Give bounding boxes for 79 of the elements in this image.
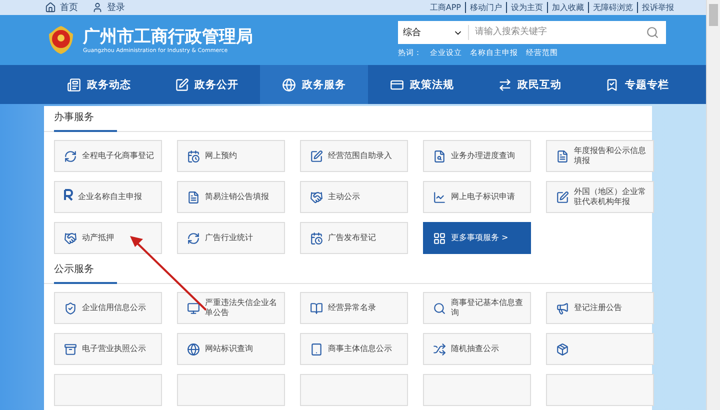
service-tile[interactable]: 商事登记基本信息查询 xyxy=(423,292,531,324)
service-tile[interactable]: 企业信用信息公示 xyxy=(54,292,162,324)
service-tile[interactable]: 动产抵押 xyxy=(54,222,162,254)
shuffle-icon xyxy=(433,342,446,356)
service-tile[interactable]: 网站标识查询 xyxy=(177,333,285,365)
service-tile[interactable]: 商事主体信息公示 xyxy=(300,333,408,365)
top-link[interactable]: 投诉举报 xyxy=(637,2,678,13)
speaker-icon xyxy=(556,302,569,314)
bookmark-icon xyxy=(605,78,620,92)
home-icon xyxy=(45,2,56,13)
document-search-icon xyxy=(433,150,446,162)
document-icon xyxy=(556,150,569,162)
service-tile[interactable]: 网上预约 xyxy=(177,140,285,172)
service-tile[interactable]: 随机抽查公示 xyxy=(423,333,531,365)
user-icon xyxy=(92,2,103,13)
monitor-icon xyxy=(187,302,200,314)
service-tile[interactable]: 经营异常名录 xyxy=(300,292,408,324)
nav-tab[interactable]: 政民互动 xyxy=(476,65,584,104)
top-link[interactable]: 移动门户 xyxy=(465,2,506,13)
section-title: 公示服务 xyxy=(54,262,117,284)
globe-icon xyxy=(187,342,200,356)
nav-tab[interactable]: 政策法规 xyxy=(368,65,476,104)
handshake-icon xyxy=(310,190,323,204)
search-icon xyxy=(433,302,446,314)
service-tile[interactable]: 网上电子标识申请 xyxy=(423,181,531,213)
circular-arrow-icon xyxy=(187,232,200,244)
pen-square-icon xyxy=(174,78,188,92)
service-tile[interactable] xyxy=(546,333,654,365)
service-tile[interactable] xyxy=(423,374,531,406)
nav-tab[interactable]: 专题专栏 xyxy=(583,65,692,104)
service-tile[interactable] xyxy=(177,374,285,406)
pen-square-icon xyxy=(556,190,569,204)
handshake-icon xyxy=(64,232,77,244)
more-services-button[interactable]: 更多事项服务 > xyxy=(423,222,531,254)
search-icon[interactable] xyxy=(646,26,659,40)
top-link[interactable]: 首页 xyxy=(45,0,78,14)
service-tile[interactable]: 经营范围自助录入 xyxy=(300,140,408,172)
grid-icon xyxy=(433,232,446,244)
pen-square-icon xyxy=(310,150,323,162)
calendar-clock-icon xyxy=(187,150,200,162)
service-tile[interactable] xyxy=(54,374,162,406)
exchange-icon xyxy=(498,78,512,92)
globe-icon xyxy=(282,78,296,92)
tablet-icon xyxy=(310,342,323,356)
service-tile[interactable] xyxy=(546,374,654,406)
tray-icon xyxy=(64,342,77,356)
top-link[interactable]: 设为主页 xyxy=(506,2,547,13)
box-icon xyxy=(556,342,569,356)
book-icon xyxy=(310,302,323,314)
service-tile[interactable]: 外国（地区）企业常驻代表机构年报 xyxy=(546,181,654,213)
top-link[interactable]: 登录 xyxy=(92,0,125,14)
service-tile[interactable]: 主动公示 xyxy=(300,181,408,213)
document-icon xyxy=(187,190,200,204)
top-link[interactable]: 无障碍浏览 xyxy=(588,2,637,13)
top-link[interactable]: 加入收藏 xyxy=(547,2,588,13)
search-field[interactable]: 综合 请输入搜索关键字 xyxy=(398,21,666,44)
top-link[interactable]: 工商APP xyxy=(426,2,465,13)
service-tile[interactable]: 广告发布登记 xyxy=(300,222,408,254)
service-tile[interactable]: 登记注册公告 xyxy=(546,292,654,324)
nav-tab[interactable]: 政务公开 xyxy=(152,65,260,104)
service-tile[interactable]: 全程电子化商事登记 xyxy=(54,140,162,172)
section-title: 办事服务 xyxy=(54,110,117,132)
calendar-clock-icon xyxy=(310,232,323,244)
newspaper-icon xyxy=(66,78,81,92)
service-tile[interactable]: 企业名称自主申报 xyxy=(54,181,162,213)
service-tile[interactable]: 业务办理进度查询 xyxy=(423,140,531,172)
shield-icon xyxy=(64,302,77,314)
circular-arrow-icon xyxy=(64,150,77,162)
nav-tab[interactable]: 政务服务 xyxy=(260,65,368,104)
service-tile[interactable]: 广告行业统计 xyxy=(177,222,285,254)
service-tile[interactable] xyxy=(300,374,408,406)
service-tile[interactable]: 电子营业执照公示 xyxy=(54,333,162,365)
service-tile[interactable]: 严重违法失信企业名单公告 xyxy=(177,292,285,324)
nav-tab[interactable]: 政务动态 xyxy=(45,65,153,104)
service-tile[interactable]: 年度报告和公示信息填报 xyxy=(546,140,654,172)
site-title: 广州市工商行政管理局 xyxy=(83,26,253,48)
scrollbar[interactable] xyxy=(706,0,720,410)
service-tile[interactable]: 简易注销公告填报 xyxy=(177,181,285,213)
card-icon xyxy=(390,78,404,92)
